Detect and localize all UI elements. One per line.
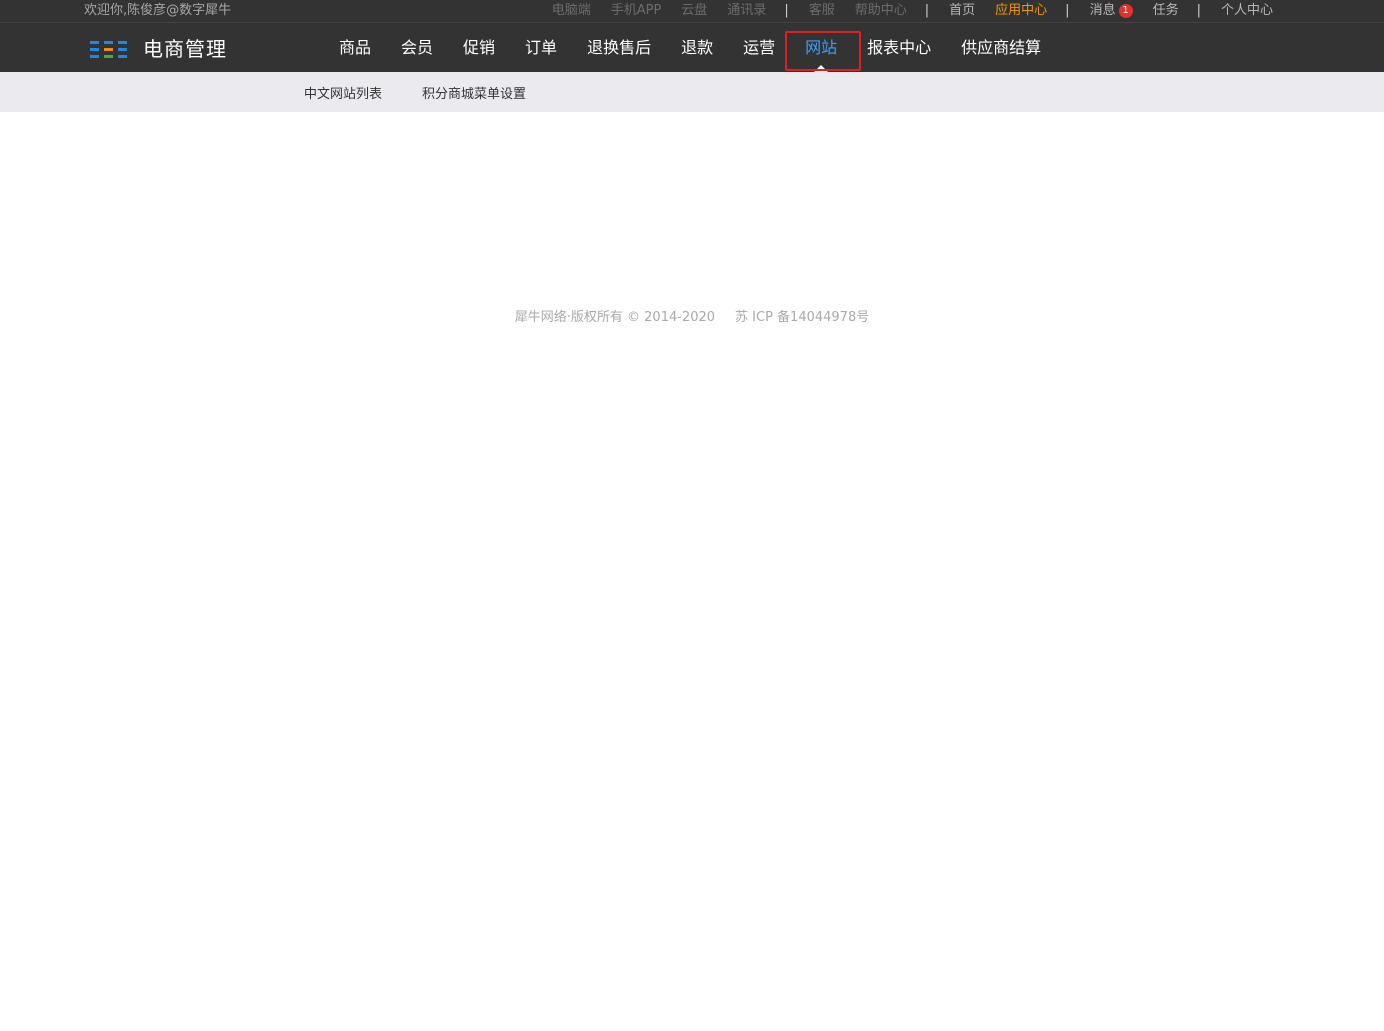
link-messages[interactable]: 消息 1 bbox=[1090, 3, 1133, 19]
nav-item-operations[interactable]: 运营 bbox=[728, 23, 790, 72]
copyright-text: 犀牛网络·版权所有 © 2014-2020 bbox=[514, 310, 716, 325]
link-help-center[interactable]: 帮助中心 bbox=[855, 3, 907, 19]
separator: | bbox=[784, 3, 789, 18]
top-bar: 欢迎你,陈俊彦@数字犀牛 电脑端 手机APP 云盘 通讯录 | 客服 帮助中心 … bbox=[0, 0, 1384, 23]
sub-nav: 中文网站列表 积分商城菜单设置 bbox=[0, 72, 1384, 112]
grid-logo-icon bbox=[90, 40, 127, 58]
nav-item-products[interactable]: 商品 bbox=[324, 23, 386, 72]
nav-item-returns[interactable]: 退换售后 bbox=[572, 23, 666, 72]
link-tasks[interactable]: 任务 bbox=[1153, 3, 1179, 19]
subnav-item-site-list[interactable]: 中文网站列表 bbox=[304, 83, 382, 102]
link-mobile-app[interactable]: 手机APP bbox=[611, 3, 662, 19]
link-customer-service[interactable]: 客服 bbox=[809, 3, 835, 19]
main-nav: 商品 会员 促销 订单 退换售后 退款 运营 网站 报表中心 供应商结算 bbox=[324, 23, 1056, 72]
message-count-badge: 1 bbox=[1118, 4, 1133, 18]
link-contacts[interactable]: 通讯录 bbox=[727, 3, 766, 19]
logo[interactable]: 电商管理 bbox=[90, 37, 227, 61]
link-app-center[interactable]: 应用中心 bbox=[995, 3, 1047, 19]
icp-text: 苏 ICP 备14044978号 bbox=[735, 310, 870, 325]
welcome-text: 欢迎你,陈俊彦@数字犀牛 bbox=[84, 3, 232, 18]
link-cloud-disk[interactable]: 云盘 bbox=[681, 3, 707, 19]
nav-item-supplier-settlement[interactable]: 供应商结算 bbox=[946, 23, 1056, 72]
subnav-item-points-menu-settings[interactable]: 积分商城菜单设置 bbox=[422, 83, 526, 102]
messages-label: 消息 bbox=[1089, 3, 1116, 18]
app-title: 电商管理 bbox=[143, 37, 227, 61]
separator: | bbox=[1196, 3, 1201, 18]
nav-item-website[interactable]: 网站 bbox=[790, 23, 852, 72]
nav-item-promotions[interactable]: 促销 bbox=[448, 23, 510, 72]
link-desktop[interactable]: 电脑端 bbox=[552, 3, 591, 19]
link-personal-center[interactable]: 个人中心 bbox=[1221, 3, 1273, 19]
footer: 犀牛网络·版权所有 © 2014-2020 苏 ICP 备14044978号 bbox=[0, 306, 1384, 325]
link-home[interactable]: 首页 bbox=[949, 3, 975, 19]
nav-item-refunds[interactable]: 退款 bbox=[666, 23, 728, 72]
nav-item-reports[interactable]: 报表中心 bbox=[852, 23, 946, 72]
nav-item-members[interactable]: 会员 bbox=[386, 23, 448, 72]
nav-item-orders[interactable]: 订单 bbox=[510, 23, 572, 72]
separator: | bbox=[924, 3, 930, 18]
top-links: 电脑端 手机APP 云盘 通讯录 | 客服 帮助中心 | 首页 应用中心 | 消… bbox=[552, 3, 1273, 19]
separator: | bbox=[1065, 3, 1070, 18]
header: 欢迎你,陈俊彦@数字犀牛 电脑端 手机APP 云盘 通讯录 | 客服 帮助中心 … bbox=[0, 0, 1384, 72]
